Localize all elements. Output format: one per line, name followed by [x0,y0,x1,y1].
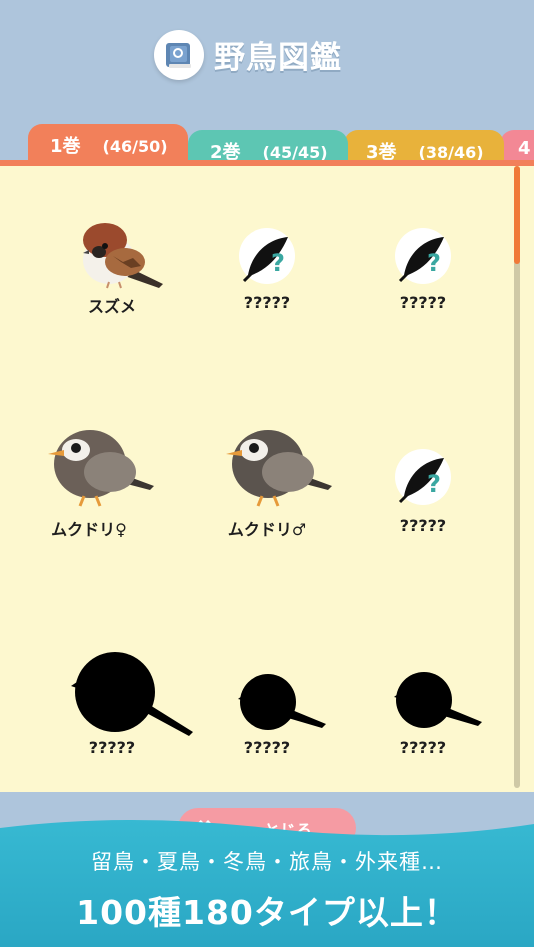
bird-entry-sparrow[interactable]: スズメ [47,215,177,405]
bird-entry-silhouette[interactable]: ????? [358,638,488,828]
bird-entry-unknown[interactable]: ? ????? [358,436,488,626]
svg-text:?: ? [271,249,285,277]
bird-entry-silhouette[interactable]: ????? [202,638,332,828]
bird-name: ????? [243,738,291,757]
page-title: 野鳥図鑑 [214,40,342,76]
tab-volume-1[interactable]: 1巻 (46/50) [28,124,188,162]
bird-entry-unknown[interactable]: ? ????? [202,215,332,405]
header: 野鳥図鑑 [0,0,534,128]
unknown-feather-icon: ? [239,228,295,284]
bird-entry-unknown[interactable]: ? ????? [358,215,488,405]
bird-name: ????? [399,516,447,535]
bird-name: ????? [243,293,291,312]
bird-name: ????? [399,293,447,312]
panel-top-border [0,160,534,166]
starling-icon [226,430,332,507]
promo-subtitle: 留鳥・夏鳥・冬鳥・旅鳥・外来種… [91,850,443,874]
bird-silhouette-icon [71,652,193,736]
bird-name: ????? [88,738,136,757]
tab-count: (46/50) [102,137,168,156]
tab-label: 1巻 [50,136,81,157]
bird-entry-silhouette[interactable]: ????? [47,638,193,828]
starling-icon [48,430,154,507]
bird-silhouette-icon [394,672,482,728]
bird-entry-starling-female[interactable]: ムクドリ♀ [24,412,154,602]
bird-entry-starling-male[interactable]: ムクドリ♂ [202,412,332,602]
scrollbar[interactable] [514,166,520,788]
bird-silhouette-icon [238,674,326,730]
tab-label: 4 [518,138,531,159]
bird-name: ムクドリ♀ [51,520,127,539]
unknown-feather-icon: ? [395,449,451,505]
bird-name: スズメ [87,297,136,316]
sparrow-icon [83,223,163,289]
scrollbar-thumb[interactable] [514,166,520,264]
svg-text:?: ? [427,470,441,498]
svg-text:?: ? [427,249,441,277]
promo-headline: 100種180タイプ以上！ [76,893,458,932]
book-icon [154,30,204,80]
bird-grid-panel[interactable]: スズメ ? ????? ? ????? ムクドリ♀ ムクドリ♂ ? ????? … [0,160,534,792]
bird-name: ????? [399,738,447,757]
unknown-feather-icon: ? [395,228,451,284]
bird-name: ムクドリ♂ [227,520,307,539]
